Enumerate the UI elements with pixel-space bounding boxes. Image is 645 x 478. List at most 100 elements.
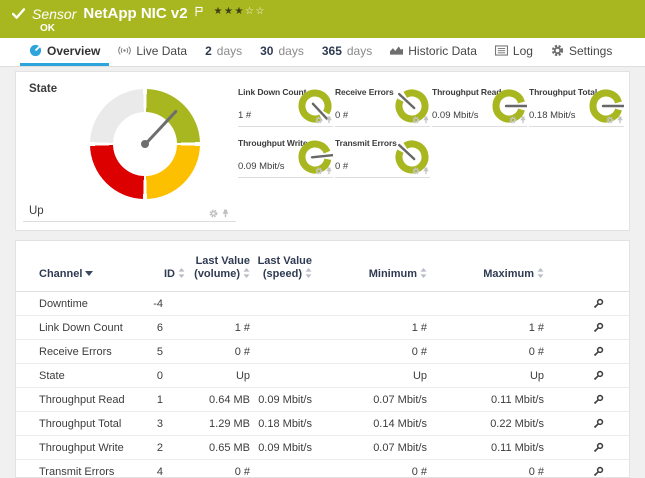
tab-live-data[interactable]: Live Data <box>109 38 196 66</box>
cell-max: Up <box>427 370 544 382</box>
cell-id: 5 <box>139 346 185 358</box>
sensor-header-row: Sensor NetApp NIC v2 ★★★☆☆ <box>12 5 645 22</box>
cell-channel: Throughput Total <box>39 418 139 430</box>
pin-icon[interactable] <box>422 167 430 175</box>
cell-channel: Throughput Write <box>39 442 139 454</box>
channel-row[interactable]: State0UpUpUp <box>16 364 629 388</box>
gauge-panel-throughput-write[interactable]: Throughput Write0.09 Mbit/s <box>238 133 335 178</box>
channel-row[interactable]: Transmit Errors40 #0 #0 # <box>16 460 629 478</box>
gear-icon[interactable] <box>412 116 420 124</box>
gauge-panel-throughput-total[interactable]: Throughput Total0.18 Mbit/s <box>529 82 626 127</box>
column-label: Maximum <box>483 268 534 280</box>
cell-id: 2 <box>139 442 185 454</box>
tab-2-days[interactable]: 2days <box>196 38 251 66</box>
cell-min: Up <box>312 370 427 382</box>
gauges-card: State Up Link Down Count1 #Receive Error… <box>15 71 630 231</box>
panel-actions <box>509 116 527 124</box>
gauge-value: 0 # <box>335 161 348 172</box>
channel-settings-icon[interactable] <box>593 466 604 477</box>
gear-icon[interactable] <box>315 116 323 124</box>
gauge-panel-transmit-errors[interactable]: Transmit Errors0 # <box>335 133 432 178</box>
pin-icon[interactable] <box>325 116 333 124</box>
channel-settings-icon[interactable] <box>593 418 604 429</box>
channel-settings-icon[interactable] <box>593 370 604 381</box>
channel-row[interactable]: Receive Errors50 #0 #0 # <box>16 340 629 364</box>
column-header-channel[interactable]: Channel <box>39 268 139 281</box>
cell-max: 0.11 Mbit/s <box>427 394 544 406</box>
divider <box>335 126 430 127</box>
pin-icon[interactable] <box>616 116 624 124</box>
column-header-minimum[interactable]: Minimum <box>312 268 427 281</box>
gauge-panel-receive-errors[interactable]: Receive Errors0 # <box>335 82 432 127</box>
star-empty-icon[interactable]: ☆ <box>255 6 265 17</box>
flag-icon[interactable] <box>195 6 203 17</box>
cell-channel: Throughput Read <box>39 394 139 406</box>
star-empty-icon[interactable]: ☆ <box>245 6 255 17</box>
channel-row[interactable]: Throughput Total31.29 MB0.18 Mbit/s0.14 … <box>16 412 629 436</box>
tab-number: 30 <box>260 44 273 58</box>
tab-overview[interactable]: Overview <box>20 38 109 66</box>
star-filled-icon[interactable]: ★ <box>234 6 244 17</box>
tab-label: days <box>278 44 303 58</box>
gauge-icon <box>29 44 42 57</box>
gauge-value: 0.18 Mbit/s <box>529 110 575 121</box>
column-header-maximum[interactable]: Maximum <box>427 268 544 281</box>
panel-actions <box>606 116 624 124</box>
tab-label: Log <box>513 44 533 58</box>
tab-settings[interactable]: Settings <box>542 38 621 66</box>
channel-settings-icon[interactable] <box>593 346 604 357</box>
panel-actions <box>315 116 333 124</box>
pin-icon[interactable] <box>422 116 430 124</box>
cell-speed: 0.18 Mbit/s <box>250 418 312 430</box>
sensor-title: NetApp NIC v2 <box>83 5 187 22</box>
gear-icon[interactable] <box>509 116 517 124</box>
sort-icon <box>243 268 250 278</box>
channel-row[interactable]: Link Down Count61 #1 #1 # <box>16 316 629 340</box>
pin-icon[interactable] <box>221 209 230 218</box>
gauge-value: 0 # <box>335 110 348 121</box>
gear-icon[interactable] <box>412 167 420 175</box>
tab-365-days[interactable]: 365days <box>313 38 381 66</box>
status-badge: OK <box>12 23 645 34</box>
state-gauge-panel[interactable]: State Up <box>16 72 238 230</box>
panel-actions <box>412 116 430 124</box>
cell-vol: 1 # <box>185 322 250 334</box>
channel-settings-icon[interactable] <box>593 322 604 333</box>
column-label: Channel <box>39 268 82 280</box>
channel-row[interactable]: Downtime-4 <box>16 292 629 316</box>
star-filled-icon[interactable]: ★ <box>224 6 234 17</box>
divider <box>238 177 333 178</box>
channel-settings-icon[interactable] <box>593 442 604 453</box>
cell-id: 0 <box>139 370 185 382</box>
gear-icon[interactable] <box>315 167 323 175</box>
channel-settings-icon[interactable] <box>593 394 604 405</box>
gauge-value: 1 # <box>238 110 251 121</box>
table-header: Channel IDLast Value(volume)Last Value(sp… <box>16 255 629 292</box>
column-label: Minimum <box>369 268 417 280</box>
tab-log[interactable]: Log <box>486 38 542 66</box>
gauge-value: 0.09 Mbit/s <box>432 110 478 121</box>
channel-row[interactable]: Throughput Read10.64 MB0.09 Mbit/s0.07 M… <box>16 388 629 412</box>
chart-icon <box>390 44 403 57</box>
pin-icon[interactable] <box>325 167 333 175</box>
gear-icon[interactable] <box>209 209 218 218</box>
channel-row[interactable]: Throughput Write20.65 MB0.09 Mbit/s0.07 … <box>16 436 629 460</box>
channel-settings-icon[interactable] <box>593 298 604 309</box>
cell-speed: 0.09 Mbit/s <box>250 394 312 406</box>
gear-icon[interactable] <box>606 116 614 124</box>
gauge-panel-throughput-read[interactable]: Throughput Read0.09 Mbit/s <box>432 82 529 127</box>
divider <box>238 126 333 127</box>
star-filled-icon[interactable]: ★ <box>214 6 224 17</box>
column-header-id[interactable]: ID <box>139 268 185 281</box>
gauge-panel-link-down-count[interactable]: Link Down Count1 # <box>238 82 335 127</box>
pin-icon[interactable] <box>519 116 527 124</box>
cell-id: 6 <box>139 322 185 334</box>
tab-historic-data[interactable]: Historic Data <box>381 38 486 66</box>
priority-stars[interactable]: ★★★☆☆ <box>214 6 266 17</box>
tab-30-days[interactable]: 30 days <box>251 38 313 66</box>
cell-channel: Receive Errors <box>39 346 139 358</box>
column-header-last-value-volume[interactable]: Last Value(volume) <box>185 255 250 281</box>
channels-card: Channel IDLast Value(volume)Last Value(sp… <box>15 240 630 478</box>
column-header-last-value-speed[interactable]: Last Value(speed) <box>250 255 312 281</box>
cell-vol: 1.29 MB <box>185 418 250 430</box>
